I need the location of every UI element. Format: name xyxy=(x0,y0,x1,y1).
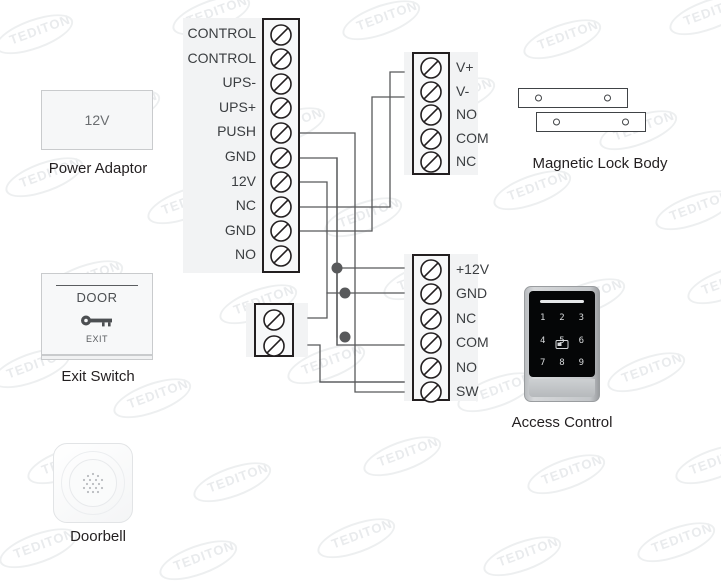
terminal-screw[interactable] xyxy=(263,309,285,336)
lock-screws xyxy=(414,54,448,174)
keypad-key[interactable]: 1 xyxy=(533,307,552,330)
wire-nc-to-vplus xyxy=(299,71,405,208)
doorbell xyxy=(53,443,133,523)
terminal-screw[interactable] xyxy=(420,307,442,335)
screw-hole-icon xyxy=(604,94,611,102)
exit-switch: DOOR EXIT xyxy=(41,273,153,360)
wire-12v-to-gnd xyxy=(299,181,405,294)
magnetic-lock-armature xyxy=(518,88,628,108)
exit-switch-caption: Exit Switch xyxy=(61,368,135,385)
terminal-screw[interactable] xyxy=(270,195,292,223)
keypad-key[interactable]: 6 xyxy=(572,330,591,353)
junction-dot-2 xyxy=(339,287,351,299)
terminal-screw[interactable] xyxy=(420,259,442,286)
terminal-screw[interactable] xyxy=(270,23,292,51)
magnetic-lock-terminal-block[interactable] xyxy=(412,52,450,175)
terminal-screw[interactable] xyxy=(270,97,292,124)
wire-exit-bottom xyxy=(307,344,405,383)
speaker-grille-icon xyxy=(82,472,104,494)
terminal-label: NO xyxy=(456,106,477,123)
terminal-label: NC xyxy=(456,309,477,326)
keypad-key[interactable]: 2 xyxy=(552,307,571,330)
exit-switch-base xyxy=(41,355,153,360)
rfid-card-icon xyxy=(555,336,569,354)
terminal-label: V+ xyxy=(456,59,474,75)
terminal-screw[interactable] xyxy=(270,146,292,174)
wire-exit-top xyxy=(307,292,328,319)
exit-switch-terminal-block[interactable] xyxy=(254,303,294,357)
terminal-label: 12V xyxy=(231,172,256,189)
terminal-label: NO xyxy=(235,246,256,263)
terminal-screw[interactable] xyxy=(420,356,442,384)
terminal-screw[interactable] xyxy=(420,151,442,178)
wire-gnd-to-vminus xyxy=(299,96,405,232)
terminal-screw[interactable] xyxy=(270,171,292,198)
wire-gnd-to-com xyxy=(299,157,405,346)
terminal-label: UPS- xyxy=(222,74,256,91)
keypad-key[interactable]: 3 xyxy=(572,307,591,330)
wire-push-to-sw xyxy=(299,132,405,393)
key-icon xyxy=(80,314,114,332)
access-control-terminal-block[interactable] xyxy=(412,254,450,403)
power-supply-screws xyxy=(264,20,298,271)
terminal-label: GND xyxy=(456,285,488,302)
exit-switch-screws xyxy=(256,305,292,357)
terminal-label: SW xyxy=(456,383,479,399)
terminal-label: NO xyxy=(456,358,477,375)
power-supply-terminal-block[interactable] xyxy=(262,18,300,273)
magnetic-lock-body xyxy=(536,112,646,132)
terminal-screw[interactable] xyxy=(270,72,292,100)
terminal-label: GND xyxy=(224,148,256,164)
exit-switch-divider xyxy=(56,285,138,286)
terminal-screw[interactable] xyxy=(270,122,292,149)
terminal-screw[interactable] xyxy=(420,283,442,310)
terminal-label: V- xyxy=(456,82,470,99)
terminal-screw[interactable] xyxy=(270,220,292,247)
terminal-screw[interactable] xyxy=(270,245,292,272)
terminal-label: +12V xyxy=(456,261,490,277)
exit-switch-exit-label: EXIT xyxy=(85,334,108,344)
junction-dot-1 xyxy=(331,262,343,274)
terminal-label: CONTROL xyxy=(187,49,256,66)
terminal-label: CONTROL xyxy=(187,25,256,41)
exit-switch-door-label: DOOR xyxy=(76,290,118,305)
keypad-key[interactable]: 4 xyxy=(533,330,552,353)
terminal-label: COM xyxy=(456,129,489,146)
terminal-screw[interactable] xyxy=(270,48,292,75)
terminal-label: UPS+ xyxy=(219,98,256,115)
keypad-key[interactable]: 7 xyxy=(533,352,552,375)
terminal-screw[interactable] xyxy=(420,381,442,408)
terminal-label: NC xyxy=(235,197,256,214)
screw-hole-icon xyxy=(553,118,560,126)
junction-dot-3 xyxy=(339,331,351,343)
terminal-label: COM xyxy=(456,334,489,351)
terminal-label: NC xyxy=(456,153,477,170)
terminal-screw[interactable] xyxy=(420,332,442,359)
terminal-label: GND xyxy=(224,221,256,238)
wire-junctions xyxy=(331,262,351,343)
keypad-key[interactable]: 8 xyxy=(552,352,571,375)
keypad-key[interactable]: 9 xyxy=(572,352,591,375)
keypad-lower-panel xyxy=(529,379,595,397)
access-control-keypad[interactable]: 123456789*0# xyxy=(524,286,600,402)
screw-hole-icon xyxy=(622,118,629,126)
access-control-caption: Access Control xyxy=(511,414,613,431)
magnetic-lock-caption: Magnetic Lock Body xyxy=(532,155,668,172)
terminal-label: PUSH xyxy=(217,123,256,140)
screw-hole-icon xyxy=(535,94,542,102)
diagram-canvas: TEDITON TEDITON TEDITON TEDITON TEDITON TEDIT… xyxy=(0,0,721,588)
keypad-indicator-bar xyxy=(539,300,585,303)
controller-screws xyxy=(414,256,448,403)
terminal-screw[interactable] xyxy=(263,335,285,362)
doorbell-caption: Doorbell xyxy=(70,528,126,545)
